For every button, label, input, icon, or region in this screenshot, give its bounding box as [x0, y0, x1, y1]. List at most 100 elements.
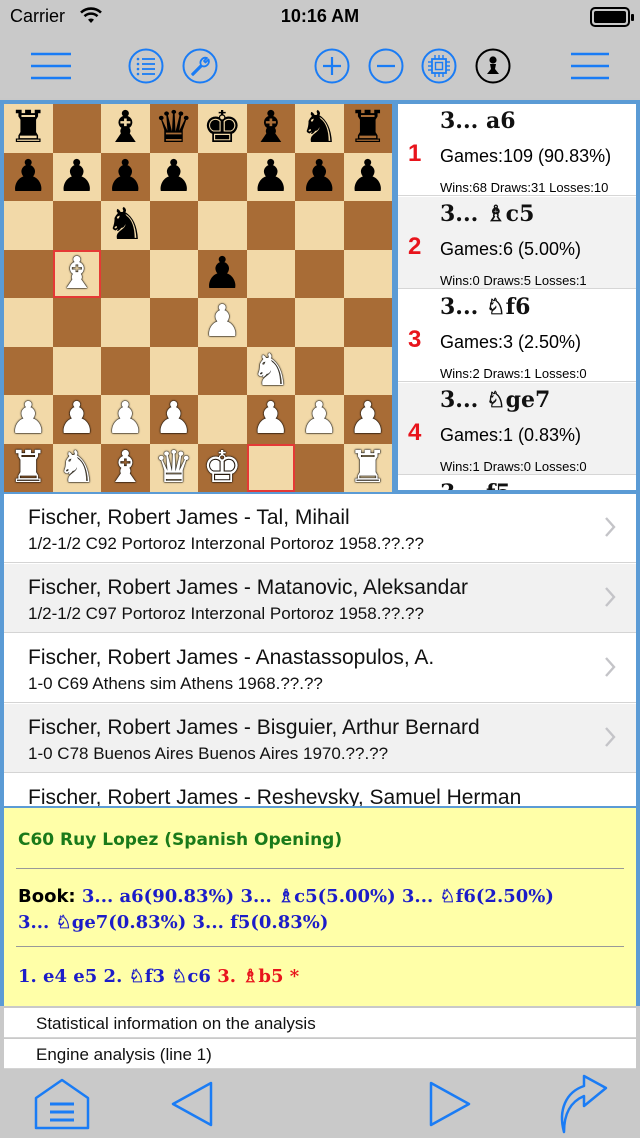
board-square[interactable]: ♟ [198, 298, 247, 347]
book-move-item[interactable]: 3... f5 [398, 476, 636, 490]
board-square[interactable] [52, 298, 101, 347]
book-move-item[interactable]: 3... ♘ge7 4 Games:1 (0.83%) Wins:1 Draws… [398, 383, 636, 475]
board-square[interactable] [295, 443, 344, 492]
moves-played[interactable]: 1. e4 e5 2. ♘f3 ♘c6 [18, 966, 211, 987]
board-square[interactable]: ♟ [343, 152, 392, 201]
board-square[interactable] [4, 249, 53, 298]
board-square[interactable] [198, 346, 247, 395]
board-square[interactable] [4, 346, 53, 395]
board-square[interactable]: ♜ [4, 443, 53, 492]
white-pawn-icon[interactable]: ♟ [203, 300, 242, 344]
board-square[interactable]: ♟ [149, 395, 198, 444]
forward-triangle-icon[interactable] [418, 1074, 482, 1134]
board-square[interactable]: ♞ [101, 201, 150, 250]
black-bishop-icon[interactable]: ♝ [106, 106, 145, 150]
white-rook-icon[interactable]: ♜ [9, 445, 48, 490]
board-square[interactable] [4, 201, 53, 250]
board-square[interactable] [4, 298, 53, 347]
board-square[interactable]: ♟ [198, 249, 247, 298]
board-square[interactable] [343, 298, 392, 347]
black-pawn-icon[interactable]: ♟ [9, 154, 48, 199]
black-king-icon[interactable]: ♚ [203, 106, 242, 150]
white-bishop-icon[interactable]: ♝ [57, 251, 96, 296]
current-move[interactable]: 3. ♗b5 [217, 966, 283, 987]
black-pawn-icon[interactable]: ♟ [300, 154, 339, 199]
board-square[interactable]: ♞ [295, 104, 344, 153]
book-line[interactable]: 3... ♘ge7(0.83%) 3... f5(0.83%) [18, 912, 328, 933]
book-moves-list[interactable]: 3... a6 1 Games:109 (90.83%) Wins:68 Dra… [398, 104, 636, 490]
black-knight-icon[interactable]: ♞ [300, 106, 339, 150]
menu-icon[interactable] [30, 48, 72, 84]
home-menu-icon[interactable] [30, 1074, 94, 1134]
white-bishop-icon[interactable]: ♝ [106, 445, 145, 490]
board-square[interactable] [52, 346, 101, 395]
white-queen-icon[interactable]: ♛ [154, 445, 193, 490]
zoom-out-icon[interactable] [368, 48, 404, 84]
board-square[interactable] [198, 152, 247, 201]
book-move-item[interactable]: 3... a6 1 Games:109 (90.83%) Wins:68 Dra… [398, 104, 636, 196]
board-square[interactable] [246, 249, 295, 298]
black-pawn-icon[interactable]: ♟ [348, 154, 387, 199]
white-knight-icon[interactable]: ♞ [57, 445, 96, 490]
board-square[interactable]: ♝ [52, 249, 101, 298]
engine-chip-icon[interactable] [421, 48, 457, 84]
board-square[interactable]: ♟ [52, 395, 101, 444]
white-pawn-icon[interactable]: ♟ [9, 397, 48, 441]
white-king-icon[interactable]: ♚ [203, 445, 242, 490]
black-pawn-icon[interactable]: ♟ [106, 154, 145, 199]
board-square[interactable]: ♟ [52, 152, 101, 201]
board-square[interactable]: ♟ [101, 395, 150, 444]
board-square[interactable]: ♟ [149, 152, 198, 201]
black-pawn-icon[interactable]: ♟ [154, 154, 193, 199]
white-pawn-icon[interactable]: ♟ [251, 397, 290, 441]
wrench-icon[interactable] [182, 48, 218, 84]
black-knight-icon[interactable]: ♞ [106, 203, 145, 247]
black-rook-icon[interactable]: ♜ [9, 106, 48, 150]
game-row[interactable]: Fischer, Robert James - Matanovic, Aleks… [4, 564, 636, 633]
board-square[interactable]: ♟ [343, 395, 392, 444]
board-square[interactable] [52, 104, 101, 153]
board-square[interactable] [149, 249, 198, 298]
board-square[interactable] [149, 201, 198, 250]
board-square[interactable] [343, 249, 392, 298]
book-line[interactable]: 3... a6(90.83%) 3... ♗c5(5.00%) 3... ♘f6… [82, 886, 554, 907]
board-square[interactable] [149, 298, 198, 347]
white-pawn-icon[interactable]: ♟ [154, 397, 193, 441]
white-pawn-icon[interactable]: ♟ [106, 397, 145, 441]
board-square[interactable] [198, 201, 247, 250]
board-square[interactable]: ♟ [246, 152, 295, 201]
board-square[interactable] [295, 346, 344, 395]
board-square[interactable] [246, 201, 295, 250]
board-square[interactable]: ♛ [149, 443, 198, 492]
black-bishop-icon[interactable]: ♝ [251, 106, 290, 150]
board-square[interactable]: ♜ [343, 443, 392, 492]
white-pawn-icon[interactable]: ♟ [57, 397, 96, 441]
book-move-item[interactable]: 3... ♗c5 2 Games:6 (5.00%) Wins:0 Draws:… [398, 197, 636, 289]
move-list-icon[interactable] [128, 48, 164, 84]
board-square[interactable] [295, 249, 344, 298]
board-square[interactable] [246, 443, 295, 492]
board-square[interactable] [295, 201, 344, 250]
analysis-row-statistics[interactable]: Statistical information on the analysis [4, 1008, 636, 1038]
game-row[interactable]: Fischer, Robert James - Anastassopulos, … [4, 634, 636, 703]
black-pawn-icon[interactable]: ♟ [57, 154, 96, 199]
board-square[interactable]: ♟ [295, 395, 344, 444]
board-square[interactable]: ♝ [101, 443, 150, 492]
white-pawn-icon[interactable]: ♟ [348, 397, 387, 441]
board-square[interactable]: ♜ [343, 104, 392, 153]
board-square[interactable]: ♟ [295, 152, 344, 201]
board-square[interactable]: ♚ [198, 443, 247, 492]
white-rook-icon[interactable]: ♜ [348, 445, 387, 490]
book-move-item[interactable]: 3... ♘f6 3 Games:3 (2.50%) Wins:2 Draws:… [398, 290, 636, 382]
game-row[interactable]: Fischer, Robert James - Bisguier, Arthur… [4, 704, 636, 773]
board-square[interactable]: ♚ [198, 104, 247, 153]
games-list[interactable]: Fischer, Robert James - Tal, Mihail 1/2-… [4, 494, 636, 806]
board-square[interactable] [246, 298, 295, 347]
menu-icon[interactable] [570, 48, 610, 84]
white-pawn-icon[interactable]: ♟ [300, 397, 339, 441]
black-queen-icon[interactable]: ♛ [154, 106, 193, 150]
board-square[interactable] [149, 346, 198, 395]
board-square[interactable]: ♝ [101, 104, 150, 153]
board-square[interactable]: ♝ [246, 104, 295, 153]
board-square[interactable] [295, 298, 344, 347]
